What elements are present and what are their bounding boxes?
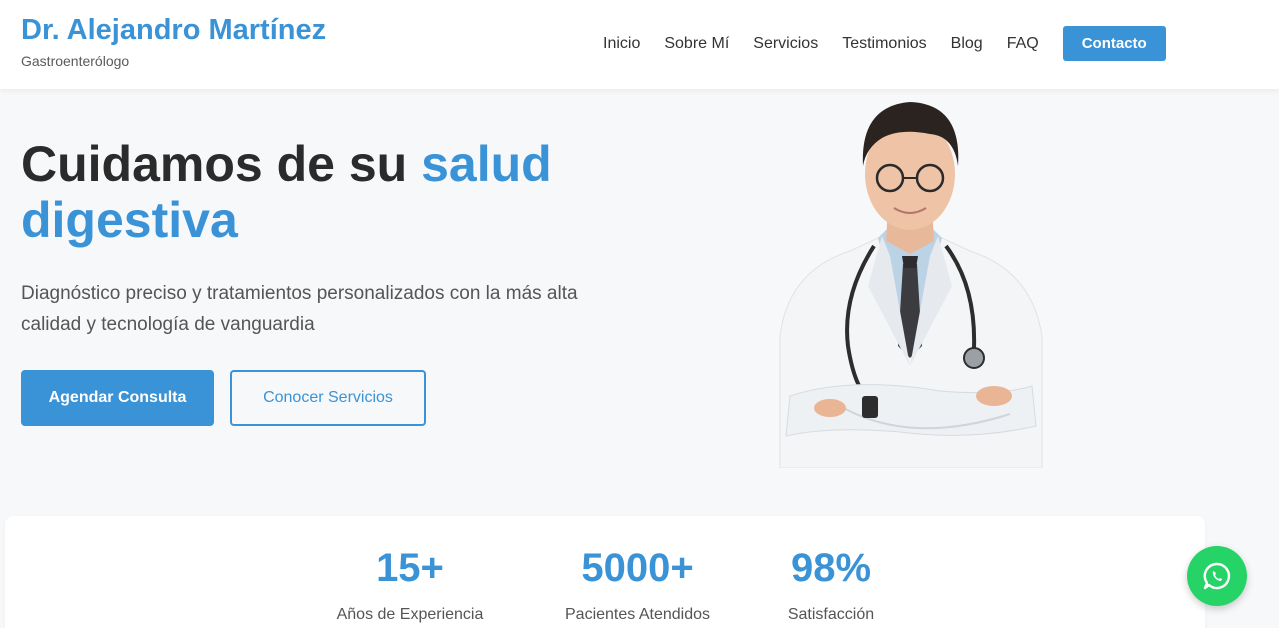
schedule-consultation-button[interactable]: Agendar Consulta <box>21 370 214 426</box>
stat-label: Pacientes Atendidos <box>565 606 710 623</box>
stat-value: 15+ <box>376 546 444 590</box>
site-header: Dr. Alejandro Martínez Gastroenterólogo … <box>0 0 1279 89</box>
stat-experience: 15+ Años de Experiencia <box>330 546 490 624</box>
stats-bar: 15+ Años de Experiencia 5000+ Pacientes … <box>5 516 1205 628</box>
doctor-portrait <box>779 102 1043 468</box>
nav-link-sobre-mi[interactable]: Sobre Mí <box>652 35 741 53</box>
whatsapp-icon <box>1203 562 1231 590</box>
brand-subtitle: Gastroenterólogo <box>21 53 130 69</box>
view-services-button[interactable]: Conocer Servicios <box>230 370 426 426</box>
stat-label: Años de Experiencia <box>336 606 484 623</box>
stat-satisfaction: 98% Satisfacción <box>775 546 887 624</box>
stat-value: 98% <box>790 546 872 590</box>
hero-description: Diagnóstico preciso y tratamientos perso… <box>21 283 578 335</box>
nav-link-testimonios[interactable]: Testimonios <box>830 35 938 53</box>
main-nav: Inicio Sobre Mí Servicios Testimonios Bl… <box>591 26 1166 61</box>
stat-patients: 5000+ Pacientes Atendidos <box>555 546 720 624</box>
nav-link-faq[interactable]: FAQ <box>995 35 1051 53</box>
contact-button[interactable]: Contacto <box>1062 26 1166 61</box>
hero-title-main: Cuidamos de su <box>21 136 422 192</box>
nav-link-blog[interactable]: Blog <box>939 35 995 53</box>
nav-link-servicios[interactable]: Servicios <box>741 35 830 53</box>
stat-value: 5000+ <box>581 546 694 590</box>
whatsapp-button[interactable] <box>1187 546 1247 606</box>
brand-name[interactable]: Dr. Alejandro Martínez <box>21 14 326 47</box>
stat-label: Satisfacción <box>787 606 875 623</box>
hero-title: Cuidamos de su salud digestiva <box>21 136 621 248</box>
nav-link-inicio[interactable]: Inicio <box>591 35 652 53</box>
